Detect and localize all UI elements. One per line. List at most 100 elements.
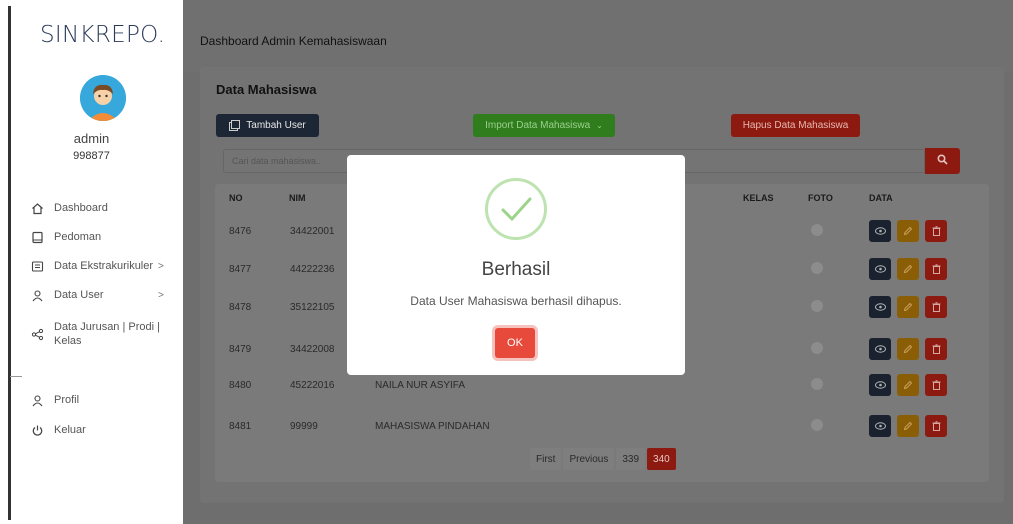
column-header: DATA — [869, 193, 893, 203]
page-current[interactable]: 340 — [647, 448, 676, 470]
page-number[interactable]: 339 — [616, 448, 646, 470]
delete-button[interactable] — [925, 220, 947, 242]
row-name: MAHASISWA PINDAHAN — [375, 421, 490, 432]
trash-icon — [932, 380, 940, 390]
user-icon — [30, 393, 44, 407]
delete-button[interactable] — [925, 374, 947, 396]
edit-button[interactable] — [897, 374, 919, 396]
sidebar-item-pedoman[interactable]: Pedoman — [30, 230, 101, 244]
eye-icon — [874, 381, 886, 389]
edit-button[interactable] — [897, 415, 919, 437]
view-button[interactable] — [869, 374, 891, 396]
row-nim: 35122105 — [290, 302, 335, 313]
view-button[interactable] — [869, 415, 891, 437]
pencil-icon — [903, 226, 913, 236]
edit-button[interactable] — [897, 258, 919, 280]
view-button[interactable] — [869, 258, 891, 280]
book-icon — [30, 230, 44, 244]
delete-button[interactable] — [925, 258, 947, 280]
modal-message: Data User Mahasiswa berhasil dihapus. — [410, 294, 622, 308]
row-name: NAILA NUR ASYIFA — [375, 380, 466, 391]
pencil-icon — [903, 302, 913, 312]
search-button[interactable] — [925, 148, 960, 174]
column-header: FOTO — [808, 193, 833, 203]
row-no: 8479 — [229, 344, 252, 355]
add-user-button[interactable]: Tambah User — [216, 114, 319, 137]
eye-icon — [874, 303, 886, 311]
sidebar-item-label: Pedoman — [54, 231, 102, 243]
sidebar-item-label: Keluar — [54, 424, 86, 436]
pencil-icon — [903, 380, 913, 390]
search-icon — [937, 154, 948, 168]
row-nim: 99999 — [290, 421, 318, 432]
sidebar-item-profil[interactable]: Profil — [30, 393, 79, 407]
sidebar-item-label-line2: Kelas — [54, 335, 82, 347]
photo-placeholder-icon — [811, 419, 823, 431]
ok-button[interactable]: OK — [495, 328, 535, 358]
row-no: 8481 — [229, 421, 252, 432]
card-title: Data Mahasiswa — [216, 82, 317, 97]
photo-placeholder-icon — [811, 342, 823, 354]
sidebar-item-label: Data Ekstrakurikuler — [54, 260, 154, 272]
chevron-right-icon: > — [158, 260, 164, 272]
add-icon — [229, 120, 241, 131]
row-no: 8476 — [229, 226, 252, 237]
photo-placeholder-icon — [811, 224, 823, 236]
edit-button[interactable] — [897, 338, 919, 360]
sidebar-item-data-user[interactable]: Data User > — [30, 288, 164, 302]
edit-button[interactable] — [897, 220, 919, 242]
power-icon — [30, 423, 44, 437]
add-user-label: Tambah User — [246, 120, 306, 131]
row-nim: 44222236 — [290, 264, 335, 275]
sidebar-item-ekstrakurikuler[interactable]: Data Ekstrakurikuler > — [30, 259, 164, 273]
sidebar: SINKREPO. admin 998877 Dashboard Pedoman… — [0, 0, 183, 524]
sidebar-item-label: Dashboard — [54, 202, 108, 214]
edit-button[interactable] — [897, 296, 919, 318]
view-button[interactable] — [869, 296, 891, 318]
row-nim: 34422001 — [290, 226, 335, 237]
sidebar-item-label: Profil — [54, 394, 80, 406]
delete-all-label: Hapus Data Mahasiswa — [742, 120, 849, 131]
import-label: Import Data Mahasiswa — [485, 120, 591, 131]
user-id: 998877 — [73, 150, 110, 162]
row-no: 8480 — [229, 380, 252, 391]
row-nim: 45222016 — [290, 380, 335, 391]
sidebar-item-dashboard[interactable]: Dashboard — [30, 201, 108, 215]
eye-icon — [874, 345, 886, 353]
sidebar-item-label: Data Jurusan | Prodi | — [54, 321, 160, 333]
sidebar-item-label: Data User — [54, 289, 104, 301]
delete-all-button[interactable]: Hapus Data Mahasiswa — [731, 114, 860, 137]
delete-button[interactable] — [925, 415, 947, 437]
row-nim: 34422008 — [290, 344, 335, 355]
page-first[interactable]: First — [530, 448, 562, 470]
photo-placeholder-icon — [811, 300, 823, 312]
column-header: NIM — [289, 193, 306, 203]
trash-icon — [932, 264, 940, 274]
topbar: Dashboard Admin Kemahasiswaan — [183, 0, 1013, 72]
page-title: Dashboard Admin Kemahasiswaan — [200, 34, 387, 48]
pencil-icon — [903, 264, 913, 274]
import-data-button[interactable]: Import Data Mahasiswa ⌄ — [473, 114, 615, 137]
column-header: KELAS — [743, 193, 774, 203]
row-no: 8478 — [229, 302, 252, 313]
row-no: 8477 — [229, 264, 252, 275]
sidebar-item-jurusan[interactable]: Data Jurusan | Prodi | Kelas — [30, 320, 160, 348]
trash-icon — [932, 302, 940, 312]
delete-button[interactable] — [925, 338, 947, 360]
success-modal: Berhasil Data User Mahasiswa berhasil di… — [347, 155, 685, 375]
brand-logo[interactable]: SINKREPO. — [40, 22, 165, 48]
share-icon — [30, 327, 44, 341]
eye-icon — [874, 265, 886, 273]
column-header: NO — [229, 193, 243, 203]
delete-button[interactable] — [925, 296, 947, 318]
list-icon — [30, 259, 44, 273]
view-button[interactable] — [869, 220, 891, 242]
avatar — [80, 75, 126, 121]
view-button[interactable] — [869, 338, 891, 360]
user-icon — [30, 288, 44, 302]
page-previous[interactable]: Previous — [563, 448, 615, 470]
trash-icon — [932, 421, 940, 431]
trash-icon — [932, 344, 940, 354]
sidebar-item-keluar[interactable]: Keluar — [30, 423, 86, 437]
modal-title: Berhasil — [481, 259, 551, 280]
